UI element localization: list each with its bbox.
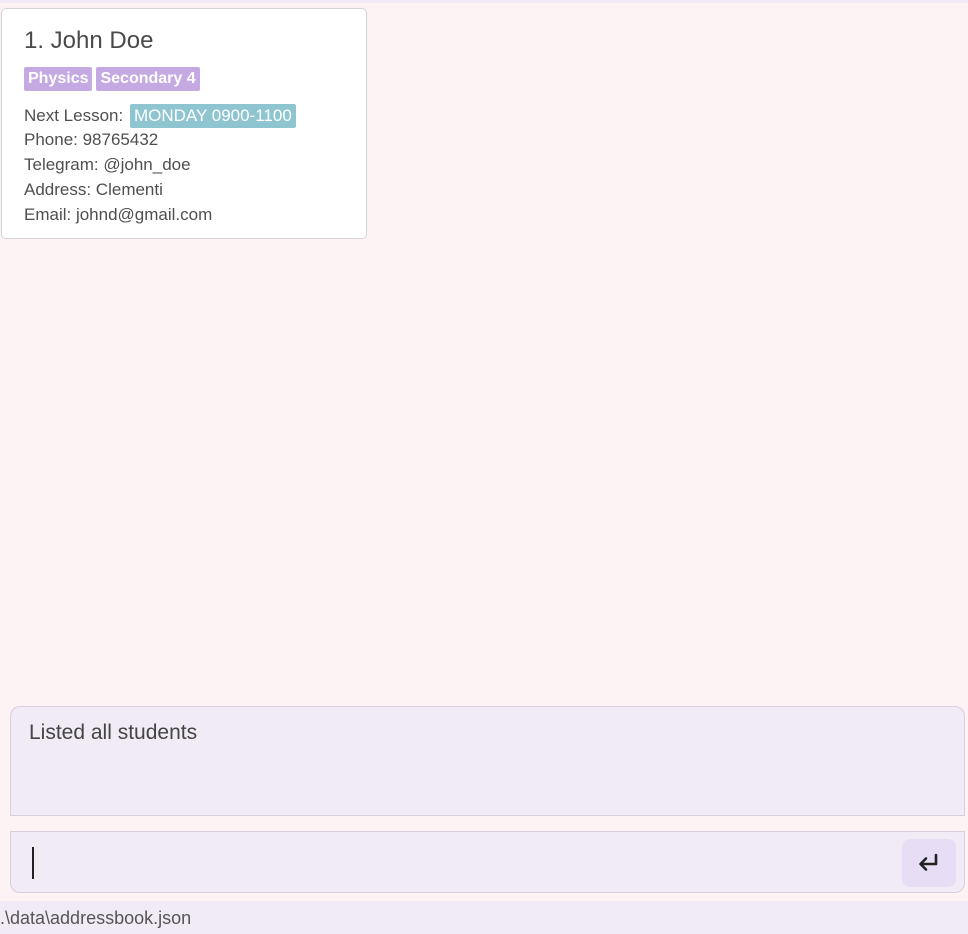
tag-subject: Physics — [24, 67, 93, 91]
command-box — [10, 831, 965, 893]
student-card[interactable]: 1. John Doe Physics Secondary 4 Next Les… — [1, 8, 367, 239]
tag-level: Secondary 4 — [96, 67, 200, 91]
next-lesson-chip: MONDAY 0900-1100 — [129, 104, 296, 128]
save-location: .\data\addressbook.json — [0, 908, 192, 928]
next-lesson-row: Next Lesson: MONDAY 0900-1100 — [24, 104, 296, 128]
enter-icon — [919, 853, 938, 871]
phone-field: Phone: 98765432 — [24, 130, 159, 149]
result-message: Listed all students — [29, 721, 198, 744]
text-caret — [32, 847, 34, 879]
send-button[interactable] — [902, 839, 956, 887]
student-list[interactable]: 1. John Doe Physics Secondary 4 Next Les… — [0, 3, 968, 700]
command-input[interactable] — [23, 842, 909, 882]
email-field: Email: johnd@gmail.com — [24, 205, 213, 224]
student-name: 1. John Doe — [24, 27, 154, 54]
result-display[interactable]: Listed all students — [10, 706, 965, 816]
next-lesson-label: Next Lesson: — [24, 106, 124, 125]
telegram-field: Telegram: @john_doe — [24, 155, 191, 174]
tag-list: Physics Secondary 4 — [24, 67, 200, 91]
address-field: Address: Clementi — [24, 180, 163, 199]
status-bar: .\data\addressbook.json — [0, 901, 968, 934]
